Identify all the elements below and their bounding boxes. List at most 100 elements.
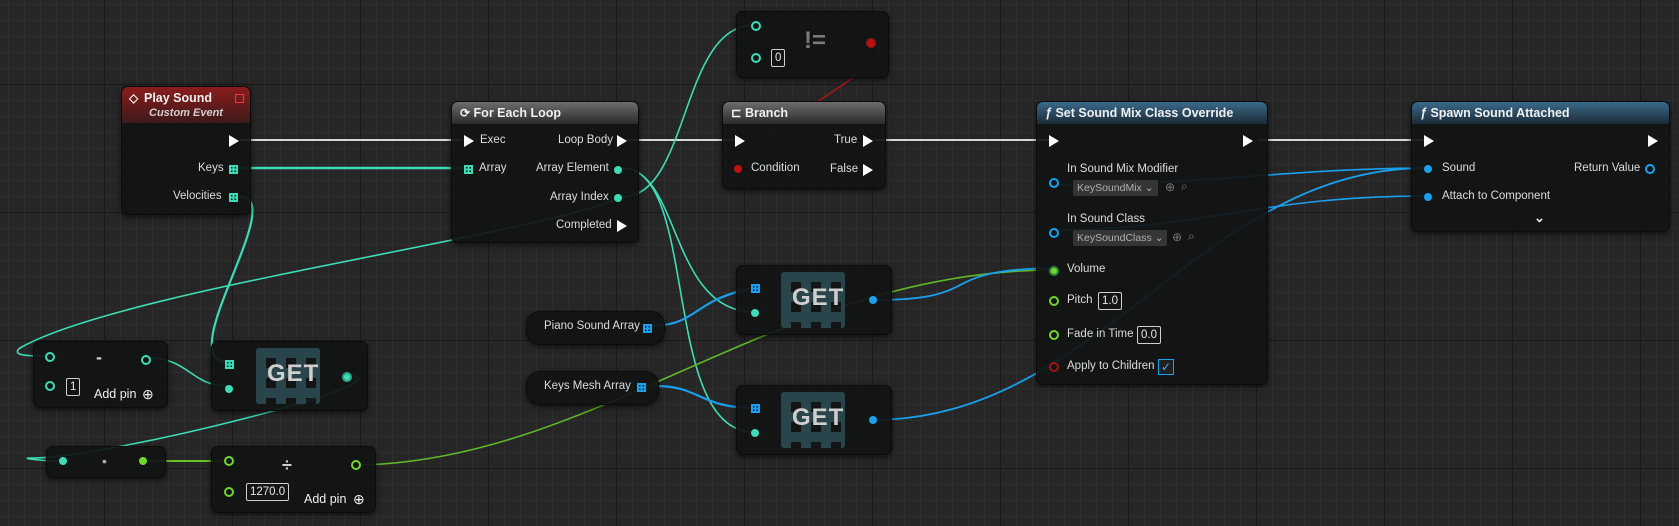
- array-input-pin[interactable]: [751, 284, 760, 293]
- false-pin[interactable]: [863, 164, 873, 176]
- array-pin[interactable]: [464, 165, 473, 174]
- output-pin[interactable]: [139, 457, 147, 465]
- input-pin[interactable]: [59, 457, 67, 465]
- add-pin-label[interactable]: Add pin: [94, 387, 136, 401]
- a-input-pin[interactable]: [224, 456, 234, 466]
- get-velocity-node[interactable]: GET: [211, 341, 368, 411]
- exec-out-pin[interactable]: [1243, 135, 1253, 147]
- exec-in-pin[interactable]: [1049, 135, 1059, 147]
- apply-to-children-pin[interactable]: [1049, 362, 1059, 372]
- item-output-pin[interactable]: [342, 372, 352, 382]
- branch-node[interactable]: ⊏ Branch True Condition False: [722, 101, 886, 189]
- chevron-down-icon: ⌄: [1144, 182, 1154, 194]
- attach-component-pin[interactable]: [1424, 193, 1432, 201]
- node-title: Spawn Sound Attached: [1430, 106, 1570, 120]
- pitch-label: Pitch: [1067, 294, 1093, 306]
- false-label: False: [830, 163, 859, 175]
- index-input-pin[interactable]: [751, 429, 759, 437]
- item-output-pin[interactable]: [869, 416, 877, 424]
- play-sound-node[interactable]: ◇ Play Sound Custom Event Keys Velocitie…: [121, 86, 251, 215]
- set-sound-mix-node[interactable]: ƒ Set Sound Mix Class Override In Sound …: [1036, 101, 1268, 385]
- fade-in-time-pin[interactable]: [1049, 330, 1059, 340]
- sound-class-pin[interactable]: [1049, 228, 1059, 238]
- add-pin-label[interactable]: Add pin: [304, 492, 346, 506]
- conversion-node[interactable]: •: [46, 446, 166, 478]
- fade-value-box[interactable]: 0.0: [1137, 326, 1161, 344]
- exec-in-pin[interactable]: [735, 135, 745, 147]
- b-input-pin[interactable]: [751, 53, 761, 63]
- result-pin[interactable]: [141, 355, 151, 365]
- add-pin-icon[interactable]: ⊕: [353, 491, 365, 508]
- apply-checkbox[interactable]: ✓: [1158, 359, 1174, 375]
- exec-in-pin[interactable]: [1424, 135, 1434, 147]
- pitch-value-box[interactable]: 1.0: [1098, 292, 1122, 310]
- operator-label: -: [96, 347, 102, 367]
- exec-in-pin[interactable]: [464, 135, 474, 147]
- chevron-down-icon[interactable]: ⌄: [1534, 210, 1545, 226]
- result-pin[interactable]: [351, 460, 361, 470]
- keys-array-pin[interactable]: [229, 165, 238, 174]
- array-input-pin[interactable]: [225, 360, 234, 369]
- b-input-pin[interactable]: [224, 487, 234, 497]
- velocities-array-pin[interactable]: [229, 193, 238, 202]
- divide-node[interactable]: 1270.0 ÷ Add pin ⊕: [211, 446, 376, 513]
- exec-out-pin[interactable]: [1648, 135, 1658, 147]
- subtract-node[interactable]: 1 - Add pin ⊕: [33, 341, 168, 408]
- dropdown-value: KeySoundMix: [1077, 182, 1142, 194]
- sound-pin[interactable]: [1424, 165, 1432, 173]
- array-output-pin[interactable]: [637, 383, 646, 392]
- b-value-box[interactable]: 0: [771, 49, 786, 67]
- volume-label: Volume: [1067, 263, 1106, 275]
- item-output-pin[interactable]: [869, 296, 877, 304]
- keys-mesh-array-node[interactable]: Keys Mesh Array: [526, 371, 659, 405]
- for-each-loop-node[interactable]: ⟳ For Each Loop Exec Loop Body Array Arr…: [451, 101, 639, 243]
- variable-label: Piano Sound Array: [544, 320, 640, 332]
- pitch-pin[interactable]: [1049, 296, 1059, 306]
- int-wire: [621, 167, 755, 313]
- return-value-label: Return Value: [1574, 162, 1641, 174]
- variable-label: Keys Mesh Array: [544, 380, 631, 392]
- use-selected-icon[interactable]: ⊕: [1172, 230, 1182, 244]
- array-input-pin[interactable]: [751, 404, 760, 413]
- array-index-pin[interactable]: [614, 194, 622, 202]
- sound-mix-dropdown[interactable]: KeySoundMix ⌄: [1073, 180, 1158, 196]
- piano-sound-array-node[interactable]: Piano Sound Array: [526, 311, 665, 345]
- b-value-box[interactable]: 1270.0: [246, 483, 290, 501]
- sound-label: Sound: [1442, 162, 1476, 174]
- sound-class-dropdown[interactable]: KeySoundClass ⌄: [1073, 230, 1168, 246]
- get-label: GET: [792, 284, 845, 311]
- float-wire: [359, 269, 1055, 466]
- completed-pin[interactable]: [617, 220, 627, 232]
- result-pin[interactable]: [866, 38, 876, 48]
- get-keys-mesh-node[interactable]: GET: [736, 385, 892, 455]
- browse-search-icon[interactable]: ⌕: [1188, 229, 1195, 244]
- true-label: True: [834, 134, 858, 146]
- a-input-pin[interactable]: [45, 352, 55, 362]
- true-pin[interactable]: [863, 135, 873, 147]
- condition-pin[interactable]: [734, 165, 742, 173]
- spawn-sound-attached-node[interactable]: ƒ Spawn Sound Attached Sound Return Valu…: [1411, 101, 1670, 232]
- array-output-pin[interactable]: [643, 324, 652, 333]
- add-pin-icon[interactable]: ⊕: [142, 386, 154, 403]
- exec-label: Exec: [480, 134, 506, 146]
- browse-search-icon[interactable]: ⌕: [1181, 179, 1188, 194]
- b-value-box[interactable]: 1: [66, 378, 81, 396]
- b-input-pin[interactable]: [45, 381, 55, 391]
- sound-class-label: In Sound Class: [1067, 213, 1145, 225]
- exec-out-pin[interactable]: [229, 135, 239, 147]
- get-piano-node[interactable]: GET: [736, 265, 892, 335]
- index-input-pin[interactable]: [751, 309, 759, 317]
- loop-body-pin[interactable]: [617, 135, 627, 147]
- dropdown-value: KeySoundClass: [1077, 232, 1152, 244]
- volume-pin[interactable]: [1049, 266, 1059, 276]
- not-equal-node[interactable]: 0 !=: [736, 11, 889, 78]
- a-input-pin[interactable]: [751, 21, 761, 31]
- close-square-icon[interactable]: [235, 94, 244, 103]
- node-subtitle: Custom Event: [149, 107, 223, 119]
- use-selected-icon[interactable]: ⊕: [1165, 180, 1175, 194]
- completed-label: Completed: [556, 219, 612, 231]
- index-input-pin[interactable]: [225, 385, 233, 393]
- return-value-pin[interactable]: [1645, 164, 1655, 174]
- array-element-pin[interactable]: [614, 166, 622, 174]
- sound-mix-modifier-pin[interactable]: [1049, 178, 1059, 188]
